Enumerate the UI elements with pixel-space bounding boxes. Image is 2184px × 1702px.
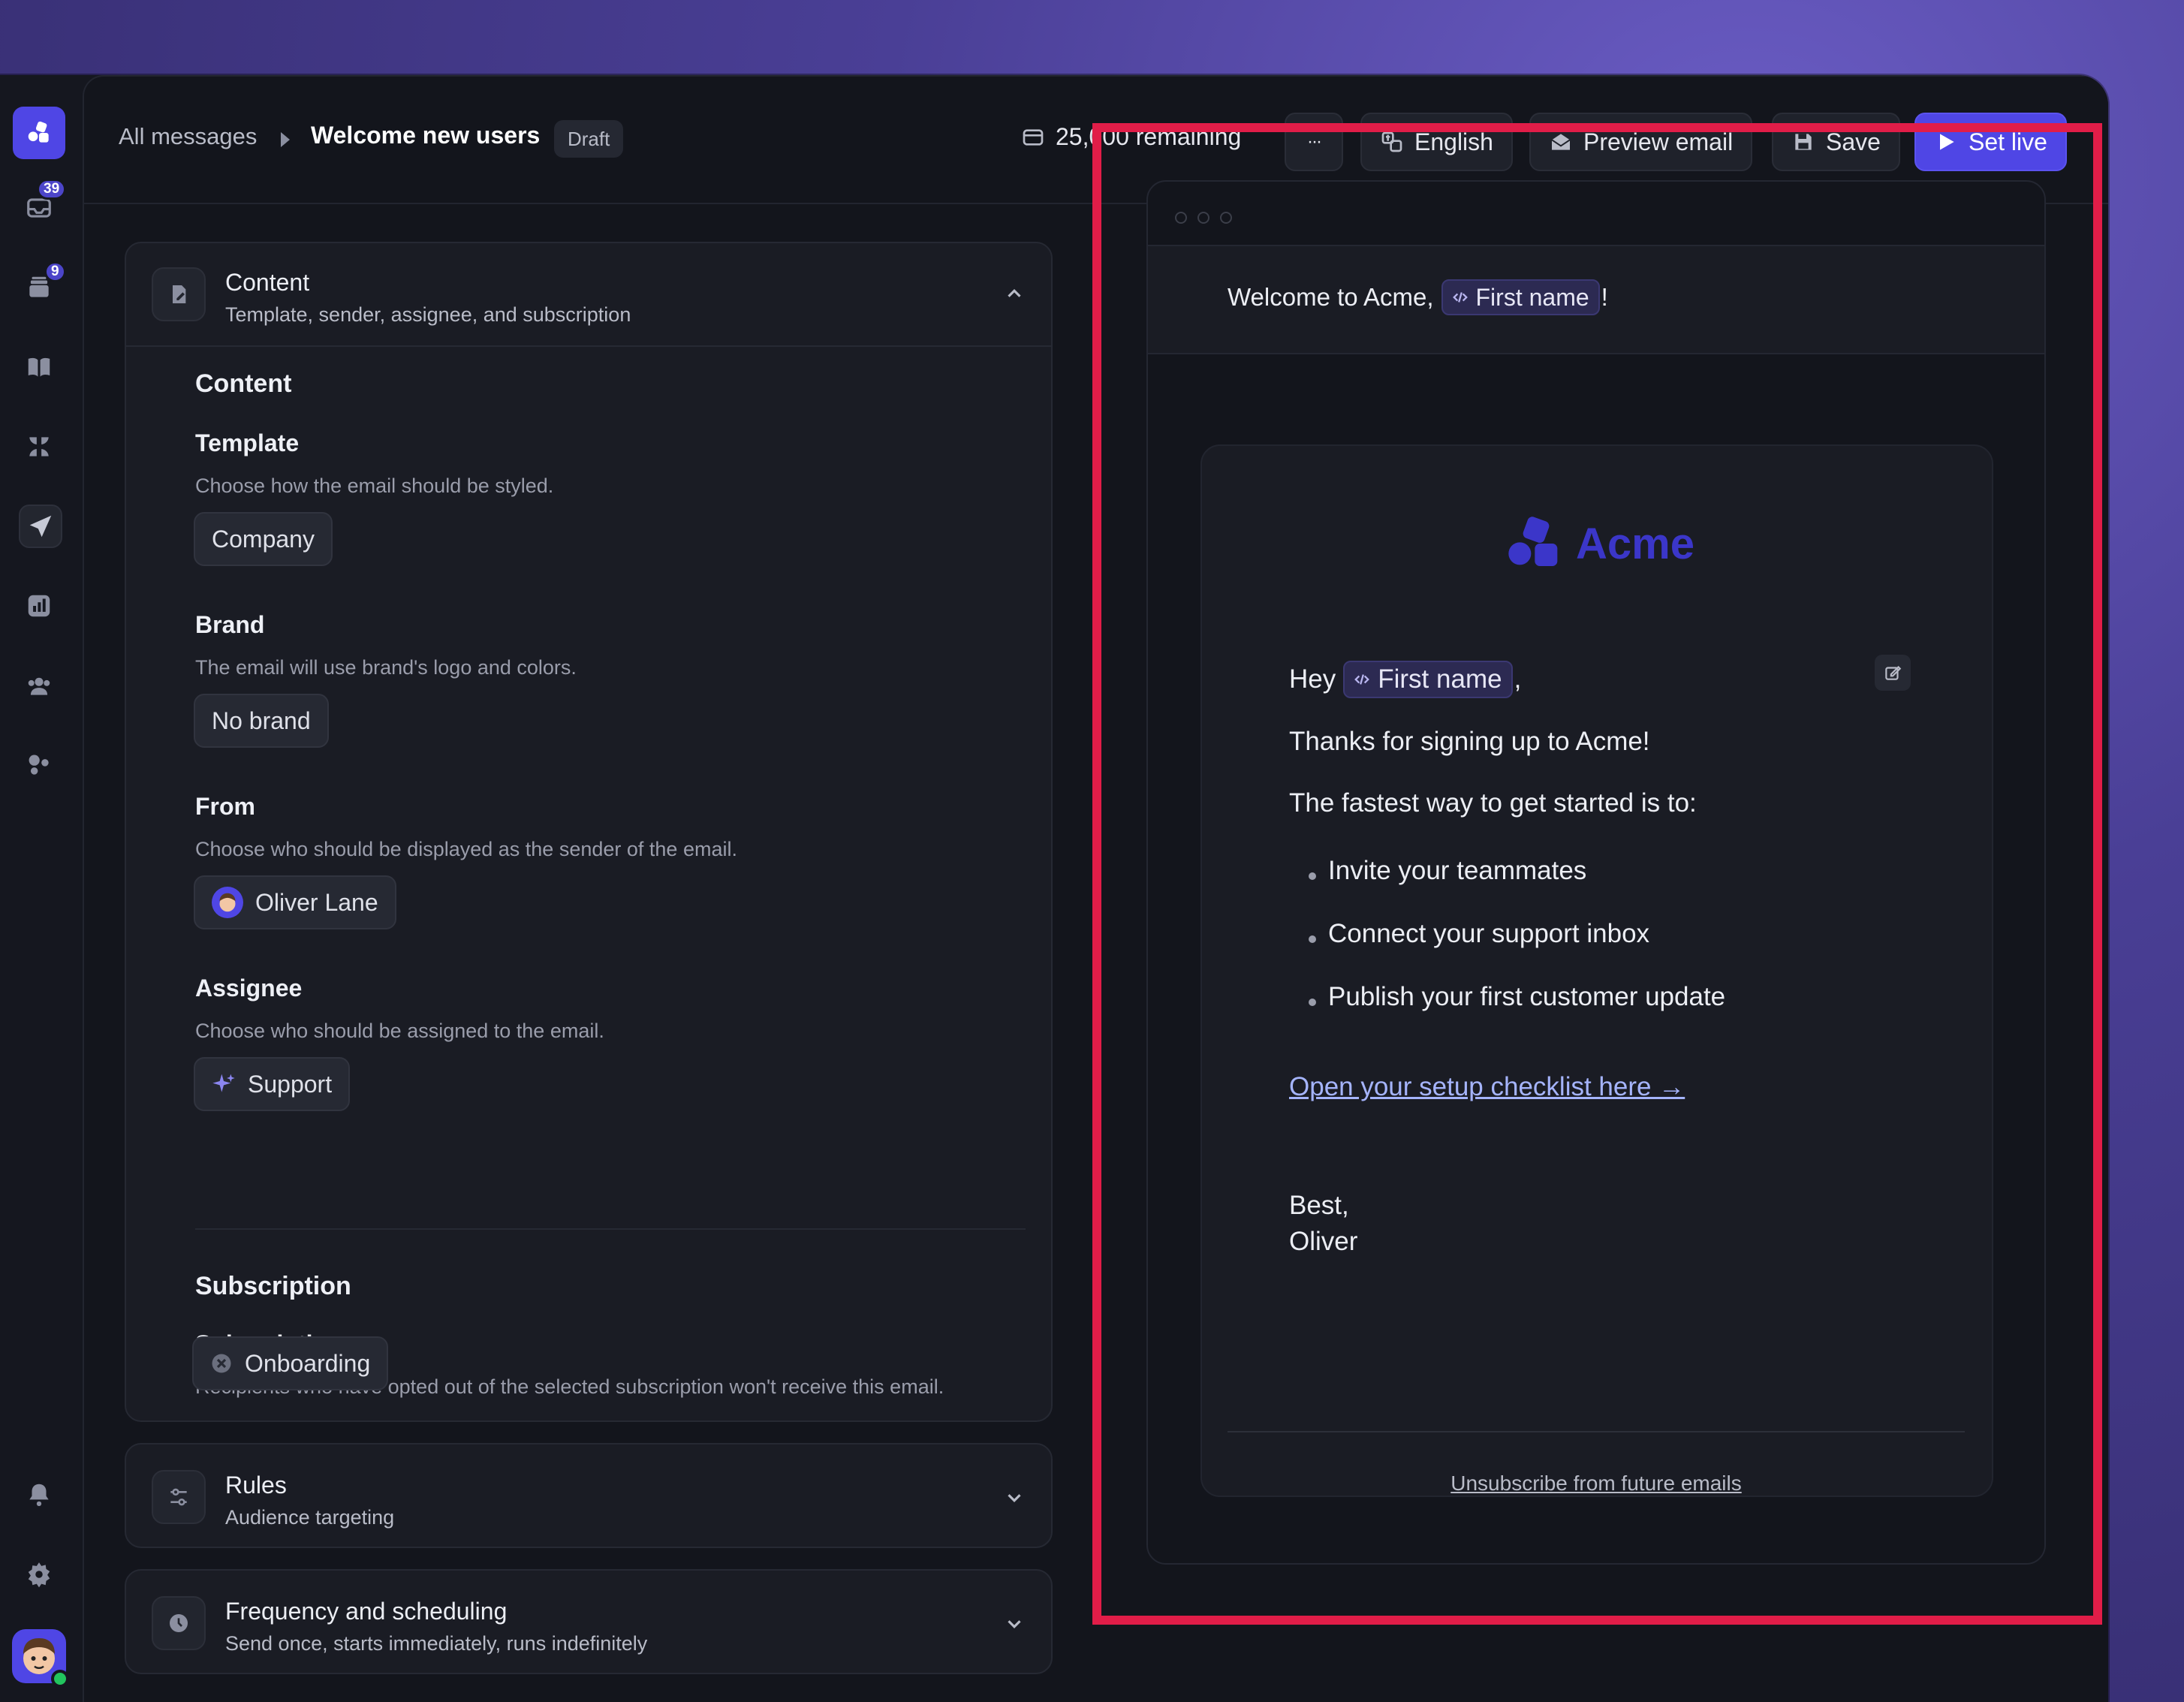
subscription-value: Onboarding: [245, 1349, 371, 1377]
from-label: From: [195, 793, 255, 820]
from-select[interactable]: Oliver Lane: [194, 875, 396, 929]
inbox-tray-icon: [1023, 128, 1044, 146]
first-name-variable[interactable]: First name: [1441, 279, 1600, 315]
brand-logo: Acme: [1502, 514, 1694, 574]
list-item: Invite your teammates: [1328, 856, 1587, 885]
brand-value: No brand: [212, 706, 311, 734]
from-value: Oliver Lane: [255, 888, 378, 916]
greeting-suffix: ,: [1514, 664, 1522, 694]
content-heading: Content: [195, 369, 292, 398]
unsubscribe-link[interactable]: Unsubscribe from future emails: [1148, 1472, 2044, 1496]
logo-icon[interactable]: [13, 107, 65, 159]
bell-icon[interactable]: [19, 1475, 59, 1515]
queue-count-badge: 9: [44, 261, 66, 282]
subject-prefix: Welcome to Acme,: [1228, 283, 1434, 311]
greeting-prefix: Hey: [1289, 664, 1336, 694]
signature: Oliver: [1289, 1227, 1358, 1256]
status-badge: Draft: [554, 120, 624, 158]
section-divider: [195, 1228, 1026, 1230]
rules-section[interactable]: Rules Audience targeting: [125, 1443, 1053, 1548]
email-preview-window: Welcome to Acme, First name ! Acme Hey F…: [1146, 180, 2046, 1565]
assignee-value: Support: [248, 1070, 333, 1098]
reports-icon[interactable]: [19, 586, 59, 626]
archive-icon[interactable]: 9: [19, 261, 66, 308]
first-name-variable[interactable]: First name: [1343, 661, 1513, 698]
list-item: Connect your support inbox: [1328, 919, 1650, 948]
inbox-count-badge: 39: [37, 179, 67, 200]
assignee-label: Assignee: [195, 975, 303, 1002]
email-subject-bar: Welcome to Acme, First name !: [1148, 245, 2044, 354]
signoff: Best,: [1289, 1191, 1349, 1220]
template-label: Template: [195, 429, 300, 456]
sliders-icon: [152, 1470, 206, 1524]
code-icon: [1452, 292, 1468, 303]
integrations-icon[interactable]: [19, 745, 59, 785]
assignee-description: Choose who should be assigned to the ema…: [195, 1020, 604, 1042]
email-footer-divider: [1228, 1431, 1965, 1432]
window-dot: [1220, 212, 1232, 224]
brand-description: The email will use brand's logo and colo…: [195, 656, 577, 679]
sender-avatar: [212, 887, 243, 918]
page-title: Welcome new users: [311, 122, 541, 149]
clock-icon: [152, 1596, 206, 1650]
content-section-title: Content: [225, 269, 310, 296]
chevron-down-icon[interactable]: [1003, 1487, 1026, 1509]
bullet-dot: [1309, 999, 1316, 1006]
frequency-title: Frequency and scheduling: [225, 1598, 508, 1625]
rules-title: Rules: [225, 1472, 287, 1499]
frequency-subtitle: Send once, starts immediately, runs inde…: [225, 1632, 648, 1655]
window-dot: [1175, 212, 1187, 224]
sparkle-icon: [212, 1074, 235, 1092]
bullet-dot: [1309, 872, 1316, 880]
breadcrumb-all-messages[interactable]: All messages: [119, 123, 257, 150]
brand-label: Brand: [195, 611, 265, 638]
window-dot: [1197, 212, 1209, 224]
content-section-subtitle: Template, sender, assignee, and subscrip…: [225, 303, 631, 326]
edit-content-button[interactable]: [1875, 655, 1911, 691]
code-icon: [1354, 674, 1370, 685]
setup-checklist-link[interactable]: Open your setup checklist here →: [1289, 1072, 1685, 1102]
chevron-down-icon[interactable]: [1003, 1613, 1026, 1635]
sidebar: 39 9: [0, 75, 83, 1702]
send-icon[interactable]: [19, 505, 62, 548]
users-icon[interactable]: [19, 665, 59, 706]
template-select[interactable]: Company: [194, 512, 333, 566]
inbox-icon[interactable]: 39: [19, 179, 67, 228]
email-line-2: The fastest way to get started is to:: [1289, 788, 1697, 818]
breadcrumb-chevron-icon: [281, 132, 290, 147]
acme-logo-icon: [1508, 517, 1558, 566]
content-section-header[interactable]: Content Template, sender, assignee, and …: [126, 243, 1051, 347]
list-item: Publish your first customer update: [1328, 982, 1726, 1011]
chevron-up-icon[interactable]: [1003, 282, 1026, 305]
subject-suffix: !: [1601, 283, 1608, 311]
book-icon[interactable]: [19, 347, 59, 387]
apps-icon[interactable]: [19, 426, 59, 467]
rules-subtitle: Audience targeting: [225, 1506, 395, 1529]
template-value: Company: [212, 525, 315, 553]
subscription-heading: Subscription: [195, 1272, 351, 1300]
brand-name: Acme: [1576, 519, 1694, 568]
edit-icon: [1885, 665, 1902, 680]
email-body-card: Acme Hey First name , Thanks for signing…: [1200, 444, 1993, 1497]
first-name-variable-label: First name: [1475, 283, 1589, 311]
greeting-line: Hey First name ,: [1289, 661, 1521, 698]
first-name-variable-label: First name: [1378, 664, 1502, 694]
assignee-select[interactable]: Support: [194, 1057, 351, 1111]
edit-document-icon: [152, 267, 206, 321]
remove-circle-icon[interactable]: [210, 1352, 233, 1375]
from-description: Choose who should be displayed as the se…: [195, 838, 737, 860]
template-description: Choose how the email should be styled.: [195, 474, 554, 497]
bullet-dot: [1309, 935, 1316, 943]
online-status-dot: [51, 1670, 69, 1688]
brand-select[interactable]: No brand: [194, 694, 329, 748]
content-section: Content Template, sender, assignee, and …: [125, 242, 1053, 1422]
frequency-section[interactable]: Frequency and scheduling Send once, star…: [125, 1569, 1053, 1674]
email-line-1: Thanks for signing up to Acme!: [1289, 727, 1650, 756]
subscription-select[interactable]: Onboarding: [192, 1336, 389, 1390]
gear-icon[interactable]: [19, 1554, 59, 1595]
